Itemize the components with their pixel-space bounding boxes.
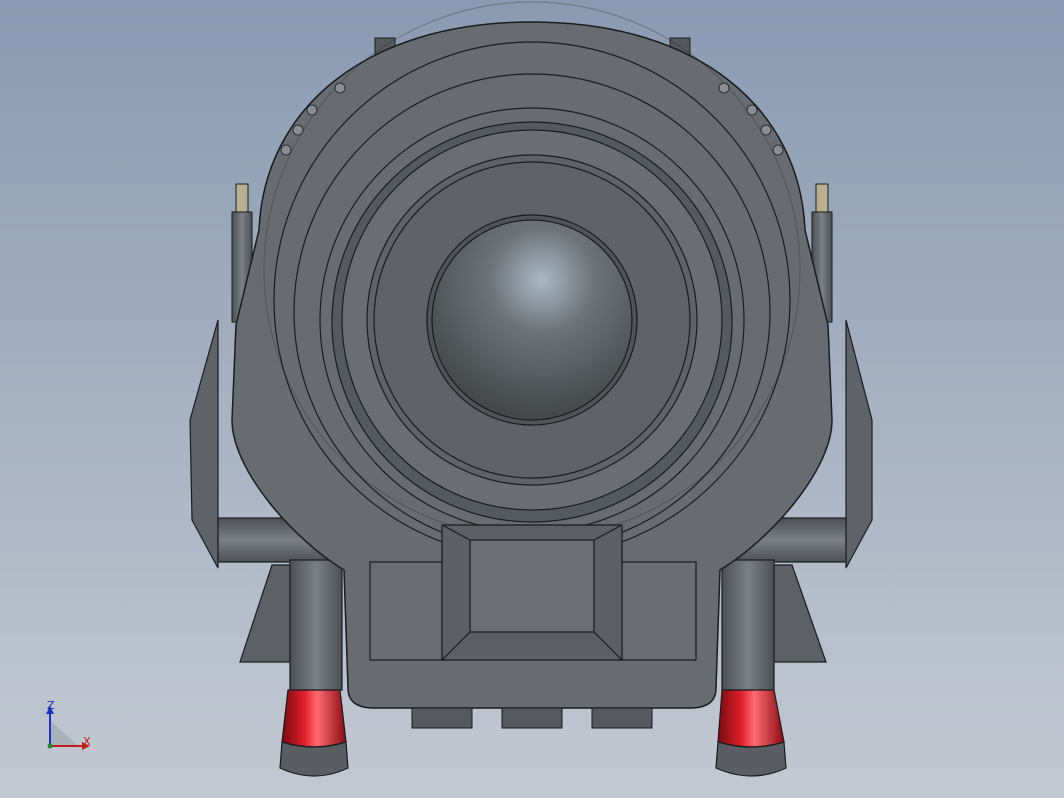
model-3d-view[interactable]	[0, 0, 1064, 798]
triad-x-label: X	[83, 735, 91, 748]
cad-viewport[interactable]: Z X	[0, 0, 1064, 798]
bottom-connectors	[411, 707, 653, 729]
triad-z-label: Z	[47, 699, 55, 712]
right-foot	[715, 689, 787, 777]
central-dome	[431, 219, 633, 421]
left-foot	[279, 689, 349, 777]
